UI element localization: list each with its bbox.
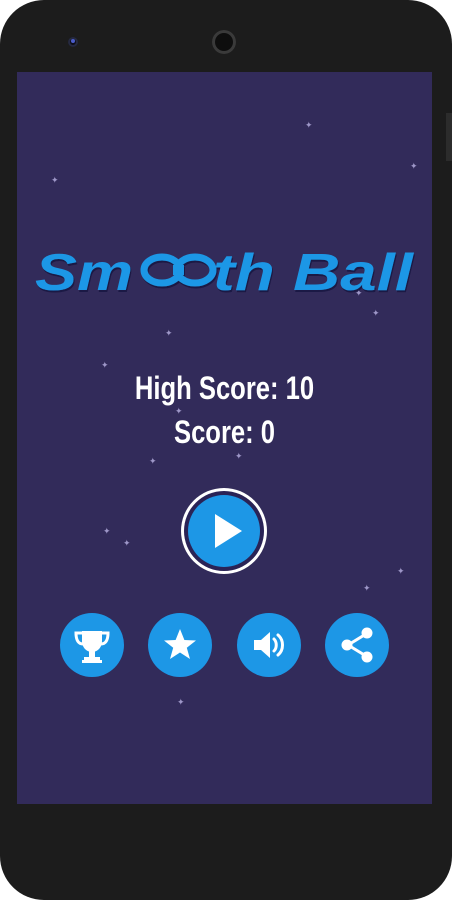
score-panel: High Score: 10 Score: 0 (59, 366, 391, 454)
speaker-icon (254, 632, 284, 658)
score-line: Score: 0 (59, 410, 391, 454)
background-star: ✦ (103, 527, 111, 537)
background-star: ✦ (235, 452, 243, 462)
high-score-line: High Score: 10 (59, 366, 391, 410)
logo-text-right: th Ball (213, 244, 415, 302)
game-logo: Sm th Ball (17, 240, 432, 302)
play-button-core (188, 495, 260, 567)
high-score-label: High Score: (134, 370, 279, 406)
infinity-loop-icon (140, 253, 217, 287)
logo-text-left: Sm (35, 244, 133, 302)
phone-side-button (446, 113, 452, 161)
background-star: ✦ (123, 539, 131, 549)
background-star: ✦ (51, 176, 59, 186)
front-camera (68, 37, 78, 47)
background-star: ✦ (397, 567, 405, 577)
score-value: 0 (260, 414, 276, 450)
rate-button[interactable] (148, 613, 212, 677)
high-score-value: 10 (285, 370, 315, 406)
share-button[interactable] (325, 613, 389, 677)
game-screen: ✦ ✦ ✦ ✦ ✦ ✦ ✦ ✦ ✦ ✦ ✦ ✦ ✦ ✦ ✦ Sm th Ball… (17, 72, 432, 804)
background-star: ✦ (410, 162, 418, 172)
score-label: Score: (173, 414, 254, 450)
phone-frame: ✦ ✦ ✦ ✦ ✦ ✦ ✦ ✦ ✦ ✦ ✦ ✦ ✦ ✦ ✦ Sm th Ball… (0, 0, 452, 900)
background-star: ✦ (149, 457, 157, 467)
background-star: ✦ (177, 698, 185, 708)
phone-earpiece (212, 30, 236, 54)
leaderboard-button[interactable] (60, 613, 124, 677)
share-icon (341, 627, 373, 663)
background-star: ✦ (305, 121, 313, 131)
background-star: ✦ (165, 329, 173, 339)
background-star: ✦ (363, 584, 371, 594)
star-icon (164, 629, 196, 659)
trophy-icon (74, 631, 110, 663)
background-star: ✦ (372, 309, 380, 319)
play-button-ring (184, 491, 264, 571)
play-button[interactable] (181, 488, 267, 574)
sound-toggle-button[interactable] (237, 613, 301, 677)
play-icon (215, 514, 242, 548)
